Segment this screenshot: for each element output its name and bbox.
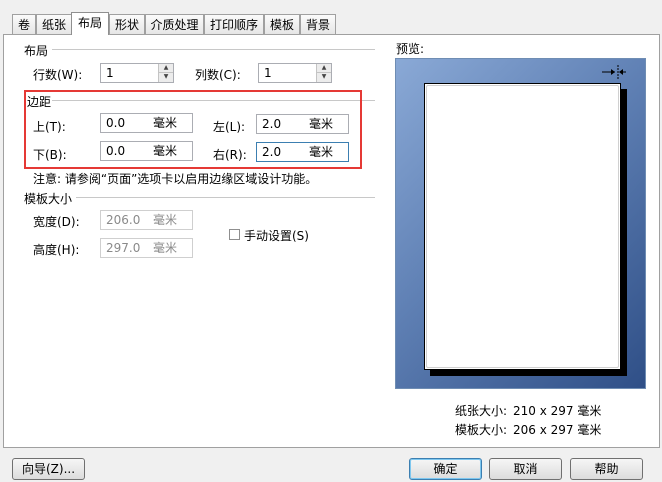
preview-title: 预览:	[396, 42, 425, 56]
spin-up-icon[interactable]: ▲	[159, 64, 173, 73]
spin-down-icon[interactable]: ▼	[159, 73, 173, 82]
cols-label: 列数(C):	[195, 68, 241, 82]
tab-shape[interactable]: 形状	[109, 14, 145, 34]
template-width-unit: 毫米	[153, 213, 178, 227]
manual-setting-label[interactable]: 手动设置(S)	[244, 227, 309, 244]
paper-size-value: 210 x 297 毫米	[513, 404, 602, 418]
spin-up-icon[interactable]: ▲	[317, 64, 331, 73]
ok-button[interactable]: 确定	[409, 458, 482, 480]
paper-size-label: 纸张大小:	[455, 404, 508, 418]
cancel-button[interactable]: 取消	[489, 458, 562, 480]
preview-area	[395, 58, 646, 389]
rows-spin-buttons[interactable]: ▲ ▼	[158, 64, 173, 82]
highlight-box	[24, 90, 362, 169]
tab-roll[interactable]: 卷	[12, 14, 36, 34]
rows-spinner[interactable]: 1 ▲ ▼	[100, 63, 174, 83]
preview-page	[424, 83, 621, 370]
template-height-unit: 毫米	[153, 241, 178, 255]
tab-strip: 卷 纸张 布局 形状 介质处理 打印顺序 模板 背景	[0, 0, 662, 36]
rows-label: 行数(W):	[33, 68, 83, 82]
rows-value: 1	[106, 66, 114, 80]
spin-down-icon[interactable]: ▼	[317, 73, 331, 82]
template-size-group-divider	[76, 197, 375, 198]
template-size-group-title: 模板大小	[24, 192, 73, 206]
tab-background[interactable]: 背景	[300, 14, 336, 34]
cols-spin-buttons[interactable]: ▲ ▼	[316, 64, 331, 82]
template-width-value: 206.0	[106, 213, 141, 227]
manual-setting-checkbox[interactable]	[229, 229, 240, 240]
template-size-label: 模板大小:	[455, 423, 508, 437]
tab-paper[interactable]: 纸张	[36, 14, 72, 34]
tab-print-order[interactable]: 打印顺序	[204, 14, 264, 34]
cols-spinner[interactable]: 1 ▲ ▼	[258, 63, 332, 83]
help-button[interactable]: 帮助	[570, 458, 643, 480]
tab-media-handling[interactable]: 介质处理	[145, 14, 204, 34]
template-width-label: 宽度(D):	[33, 215, 80, 229]
wizard-button[interactable]: 向导(Z)...	[12, 458, 85, 480]
template-size-value: 206 x 297 毫米	[513, 423, 602, 437]
template-height-label: 高度(H):	[33, 243, 80, 257]
cols-value: 1	[264, 66, 272, 80]
template-height-value: 297.0	[106, 241, 141, 255]
layout-group-title: 布局	[24, 44, 49, 58]
tab-layout[interactable]: 布局	[71, 12, 109, 35]
preview-page-border	[426, 85, 619, 368]
margins-note: 注意: 请参阅“页面”选项卡以启用边缘区域设计功能。	[33, 172, 318, 186]
margin-marker-icon	[602, 65, 626, 79]
template-width-field: 206.0 毫米	[100, 210, 193, 230]
template-height-field: 297.0 毫米	[100, 238, 193, 258]
layout-group-divider	[52, 49, 375, 50]
tab-template[interactable]: 模板	[264, 14, 300, 34]
